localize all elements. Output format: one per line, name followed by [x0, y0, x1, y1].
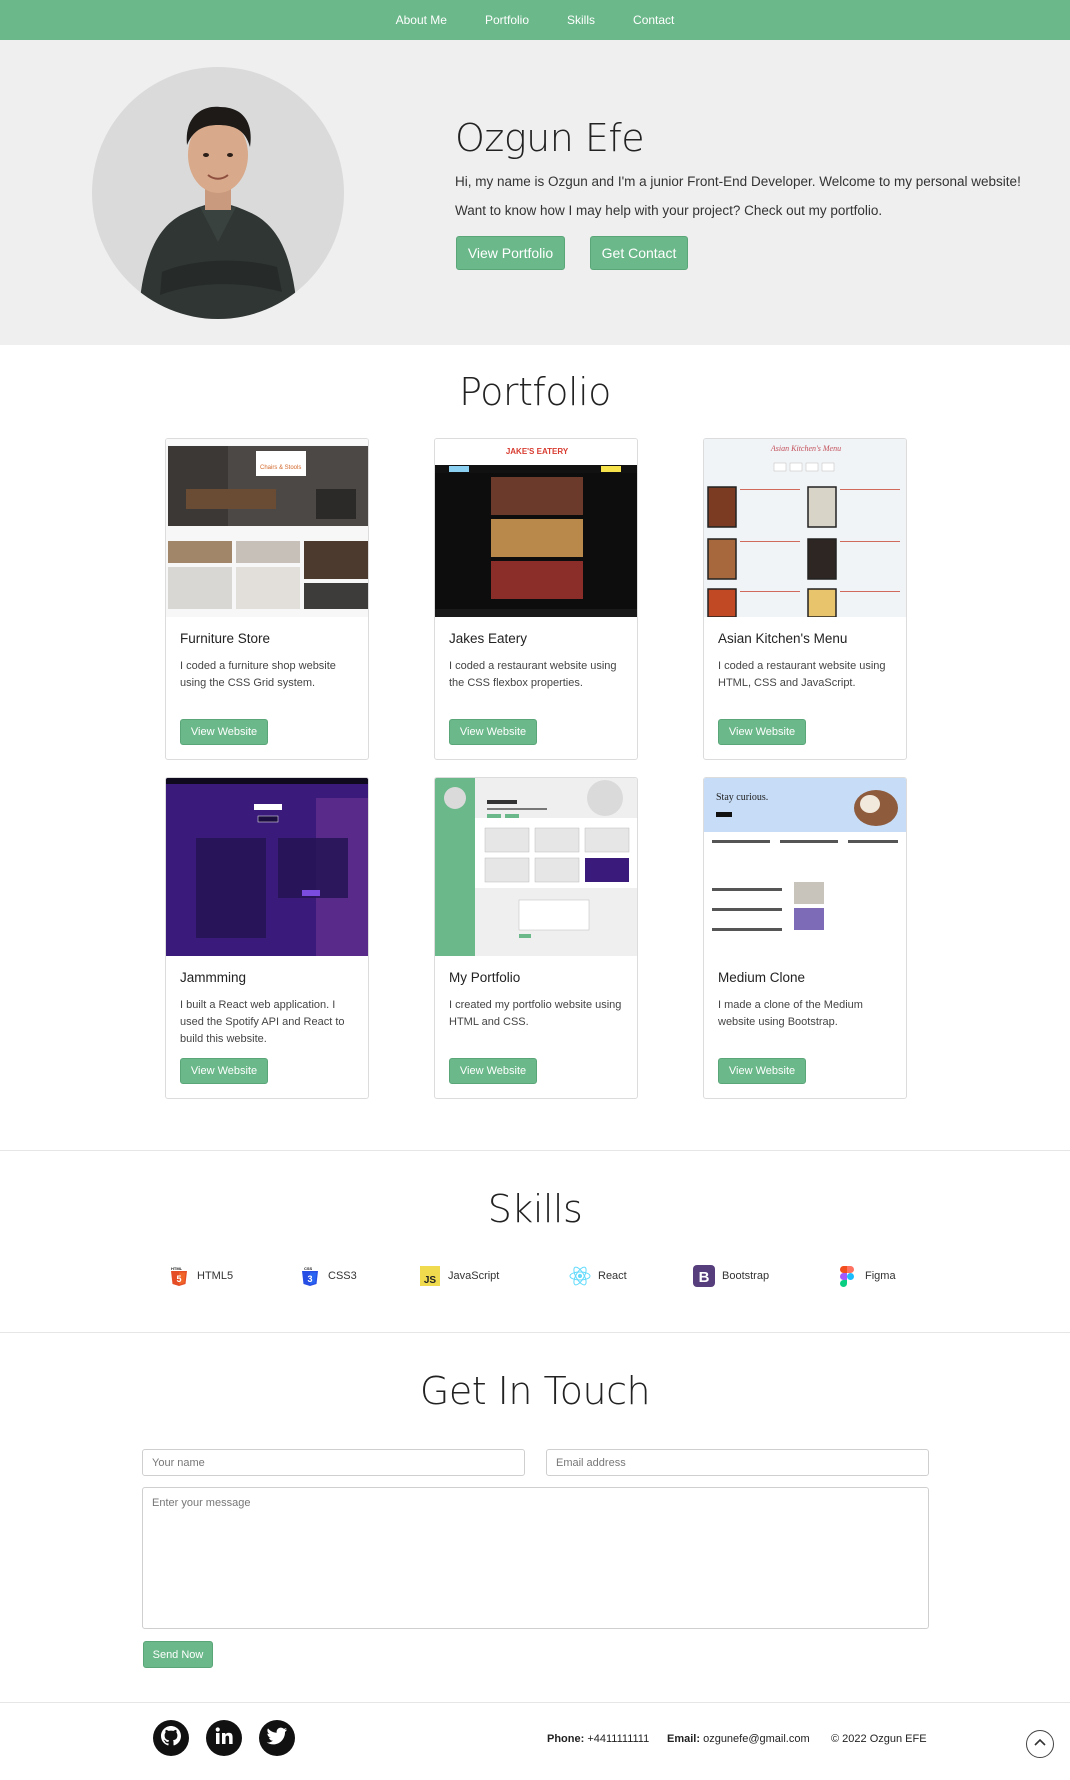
card-description: I built a React web application. I used … — [180, 999, 345, 1045]
get-contact-button[interactable]: Get Contact — [590, 236, 688, 270]
portfolio-title: Portfolio — [459, 370, 611, 414]
footer-email: Email: ozgunefe@gmail.com — [667, 1733, 810, 1745]
svg-text:5: 5 — [176, 1274, 181, 1284]
skill-label: CSS3 — [328, 1270, 357, 1282]
profile-photo — [92, 67, 344, 319]
email-value: ozgunefe@gmail.com — [703, 1733, 810, 1745]
svg-text:Asian Kitchen's Menu: Asian Kitchen's Menu — [770, 444, 841, 453]
skill-label: Bootstrap — [722, 1270, 770, 1282]
bootstrap-icon: B — [693, 1265, 715, 1287]
nav-about-me[interactable]: About Me — [377, 13, 466, 27]
figma-icon — [836, 1265, 858, 1287]
email-label: Email: — [667, 1733, 701, 1745]
portfolio-card: Jammming I built a React web application… — [165, 777, 369, 1099]
card-title: My Portfolio — [449, 970, 521, 985]
view-website-button[interactable]: View Website — [718, 719, 806, 745]
portfolio-card: Stay curious. Medium Clone I made a clon… — [703, 777, 907, 1099]
skill-label: React — [598, 1270, 627, 1282]
svg-text:JAKE'S EATERY: JAKE'S EATERY — [506, 447, 569, 456]
message-textarea[interactable] — [142, 1487, 929, 1629]
card-title: Asian Kitchen's Menu — [718, 631, 848, 646]
css3-icon: CSS 3 — [299, 1265, 321, 1287]
get-in-touch-title: Get In Touch — [419, 1369, 651, 1413]
section-divider — [0, 1150, 1070, 1151]
svg-text:B: B — [699, 1269, 710, 1286]
scroll-to-top-icon — [1033, 1735, 1047, 1753]
portfolio-card: Asian Kitchen's Menu Asian Kitchen's Men… — [703, 438, 907, 760]
twitter-icon — [266, 1726, 288, 1751]
skill-label: Figma — [865, 1270, 896, 1282]
portfolio-card: JAKE'S EATERY Jakes Eatery I coded a res… — [434, 438, 638, 760]
card-description: I created my portfolio website using HTM… — [449, 999, 622, 1028]
svg-text:HTML: HTML — [171, 1266, 183, 1271]
svg-text:JS: JS — [424, 1275, 437, 1286]
my-portfolio-screenshot — [435, 778, 637, 956]
skill-javascript: JS JavaScript — [419, 1265, 499, 1287]
asian-kitchen-screenshot: Asian Kitchen's Menu — [704, 439, 906, 617]
linkedin-icon — [213, 1725, 235, 1752]
view-portfolio-button[interactable]: View Portfolio — [456, 236, 565, 270]
jakes-eatery-screenshot: JAKE'S EATERY — [435, 439, 637, 617]
card-title: Furniture Store — [180, 631, 271, 646]
footer-copyright: © 2022 Ozgun EFE — [831, 1733, 927, 1745]
email-input[interactable] — [546, 1449, 929, 1476]
card-description: I coded a restaurant website using HTML,… — [718, 660, 886, 689]
view-website-button[interactable]: View Website — [180, 1058, 268, 1084]
svg-text:Stay curious.: Stay curious. — [716, 792, 768, 803]
skill-bootstrap: B Bootstrap — [693, 1265, 769, 1287]
nav-contact[interactable]: Contact — [614, 13, 693, 27]
view-website-button[interactable]: View Website — [449, 1058, 537, 1084]
skill-figma: Figma — [836, 1265, 896, 1287]
github-link[interactable] — [153, 1720, 189, 1756]
top-nav: About Me Portfolio Skills Contact — [0, 0, 1070, 40]
medium-clone-screenshot: Stay curious. — [704, 778, 906, 956]
hero-name: Ozgun Efe — [455, 116, 645, 160]
nav-skills[interactable]: Skills — [548, 13, 614, 27]
github-icon — [158, 1723, 184, 1754]
hero-intro-text: Hi, my name is Ozgun and I'm a junior Fr… — [455, 174, 1021, 189]
phone-label: Phone: — [547, 1733, 585, 1745]
section-divider — [0, 1332, 1070, 1333]
view-website-button[interactable]: View Website — [718, 1058, 806, 1084]
view-website-button[interactable]: View Website — [180, 719, 268, 745]
javascript-icon: JS — [419, 1265, 441, 1287]
nav-portfolio[interactable]: Portfolio — [466, 13, 548, 27]
skill-css3: CSS 3 CSS3 — [299, 1265, 357, 1287]
jammming-screenshot — [166, 778, 368, 956]
card-title: Medium Clone — [718, 970, 806, 985]
linkedin-link[interactable] — [206, 1720, 242, 1756]
skill-label: JavaScript — [448, 1270, 500, 1282]
view-website-button[interactable]: View Website — [449, 719, 537, 745]
skills-title: Skills — [487, 1187, 583, 1231]
card-title: Jammming — [180, 970, 247, 985]
card-description: I made a clone of the Medium website usi… — [718, 999, 863, 1028]
furniture-store-screenshot: Chairs & Stools — [166, 439, 368, 617]
phone-value: +4411111111 — [587, 1733, 650, 1745]
html5-icon: HTML 5 — [168, 1265, 190, 1287]
footer-phone: Phone: +4411111111 — [547, 1733, 649, 1745]
name-input[interactable] — [142, 1449, 525, 1476]
react-icon — [569, 1265, 591, 1287]
card-description: I coded a restaurant website using the C… — [449, 660, 617, 689]
portfolio-card: Chairs & Stools Furniture Store I coded … — [165, 438, 369, 760]
twitter-link[interactable] — [259, 1720, 295, 1756]
scroll-to-top-button[interactable] — [1026, 1730, 1054, 1758]
footer-divider — [0, 1702, 1070, 1703]
skill-react: React — [569, 1265, 627, 1287]
skill-html5: HTML 5 HTML5 — [168, 1265, 233, 1287]
card-title: Jakes Eatery — [449, 631, 528, 646]
skill-label: HTML5 — [197, 1270, 234, 1282]
card-description: I coded a furniture shop website using t… — [180, 660, 336, 689]
svg-text:Chairs & Stools: Chairs & Stools — [260, 465, 301, 471]
svg-text:CSS: CSS — [304, 1266, 313, 1271]
hero-section: Ozgun Efe Hi, my name is Ozgun and I'm a… — [0, 40, 1070, 345]
hero-cta-text: Want to know how I may help with your pr… — [455, 203, 883, 218]
svg-text:3: 3 — [307, 1274, 312, 1284]
send-now-button[interactable]: Send Now — [143, 1641, 213, 1668]
portfolio-card: My Portfolio I created my portfolio webs… — [434, 777, 638, 1099]
